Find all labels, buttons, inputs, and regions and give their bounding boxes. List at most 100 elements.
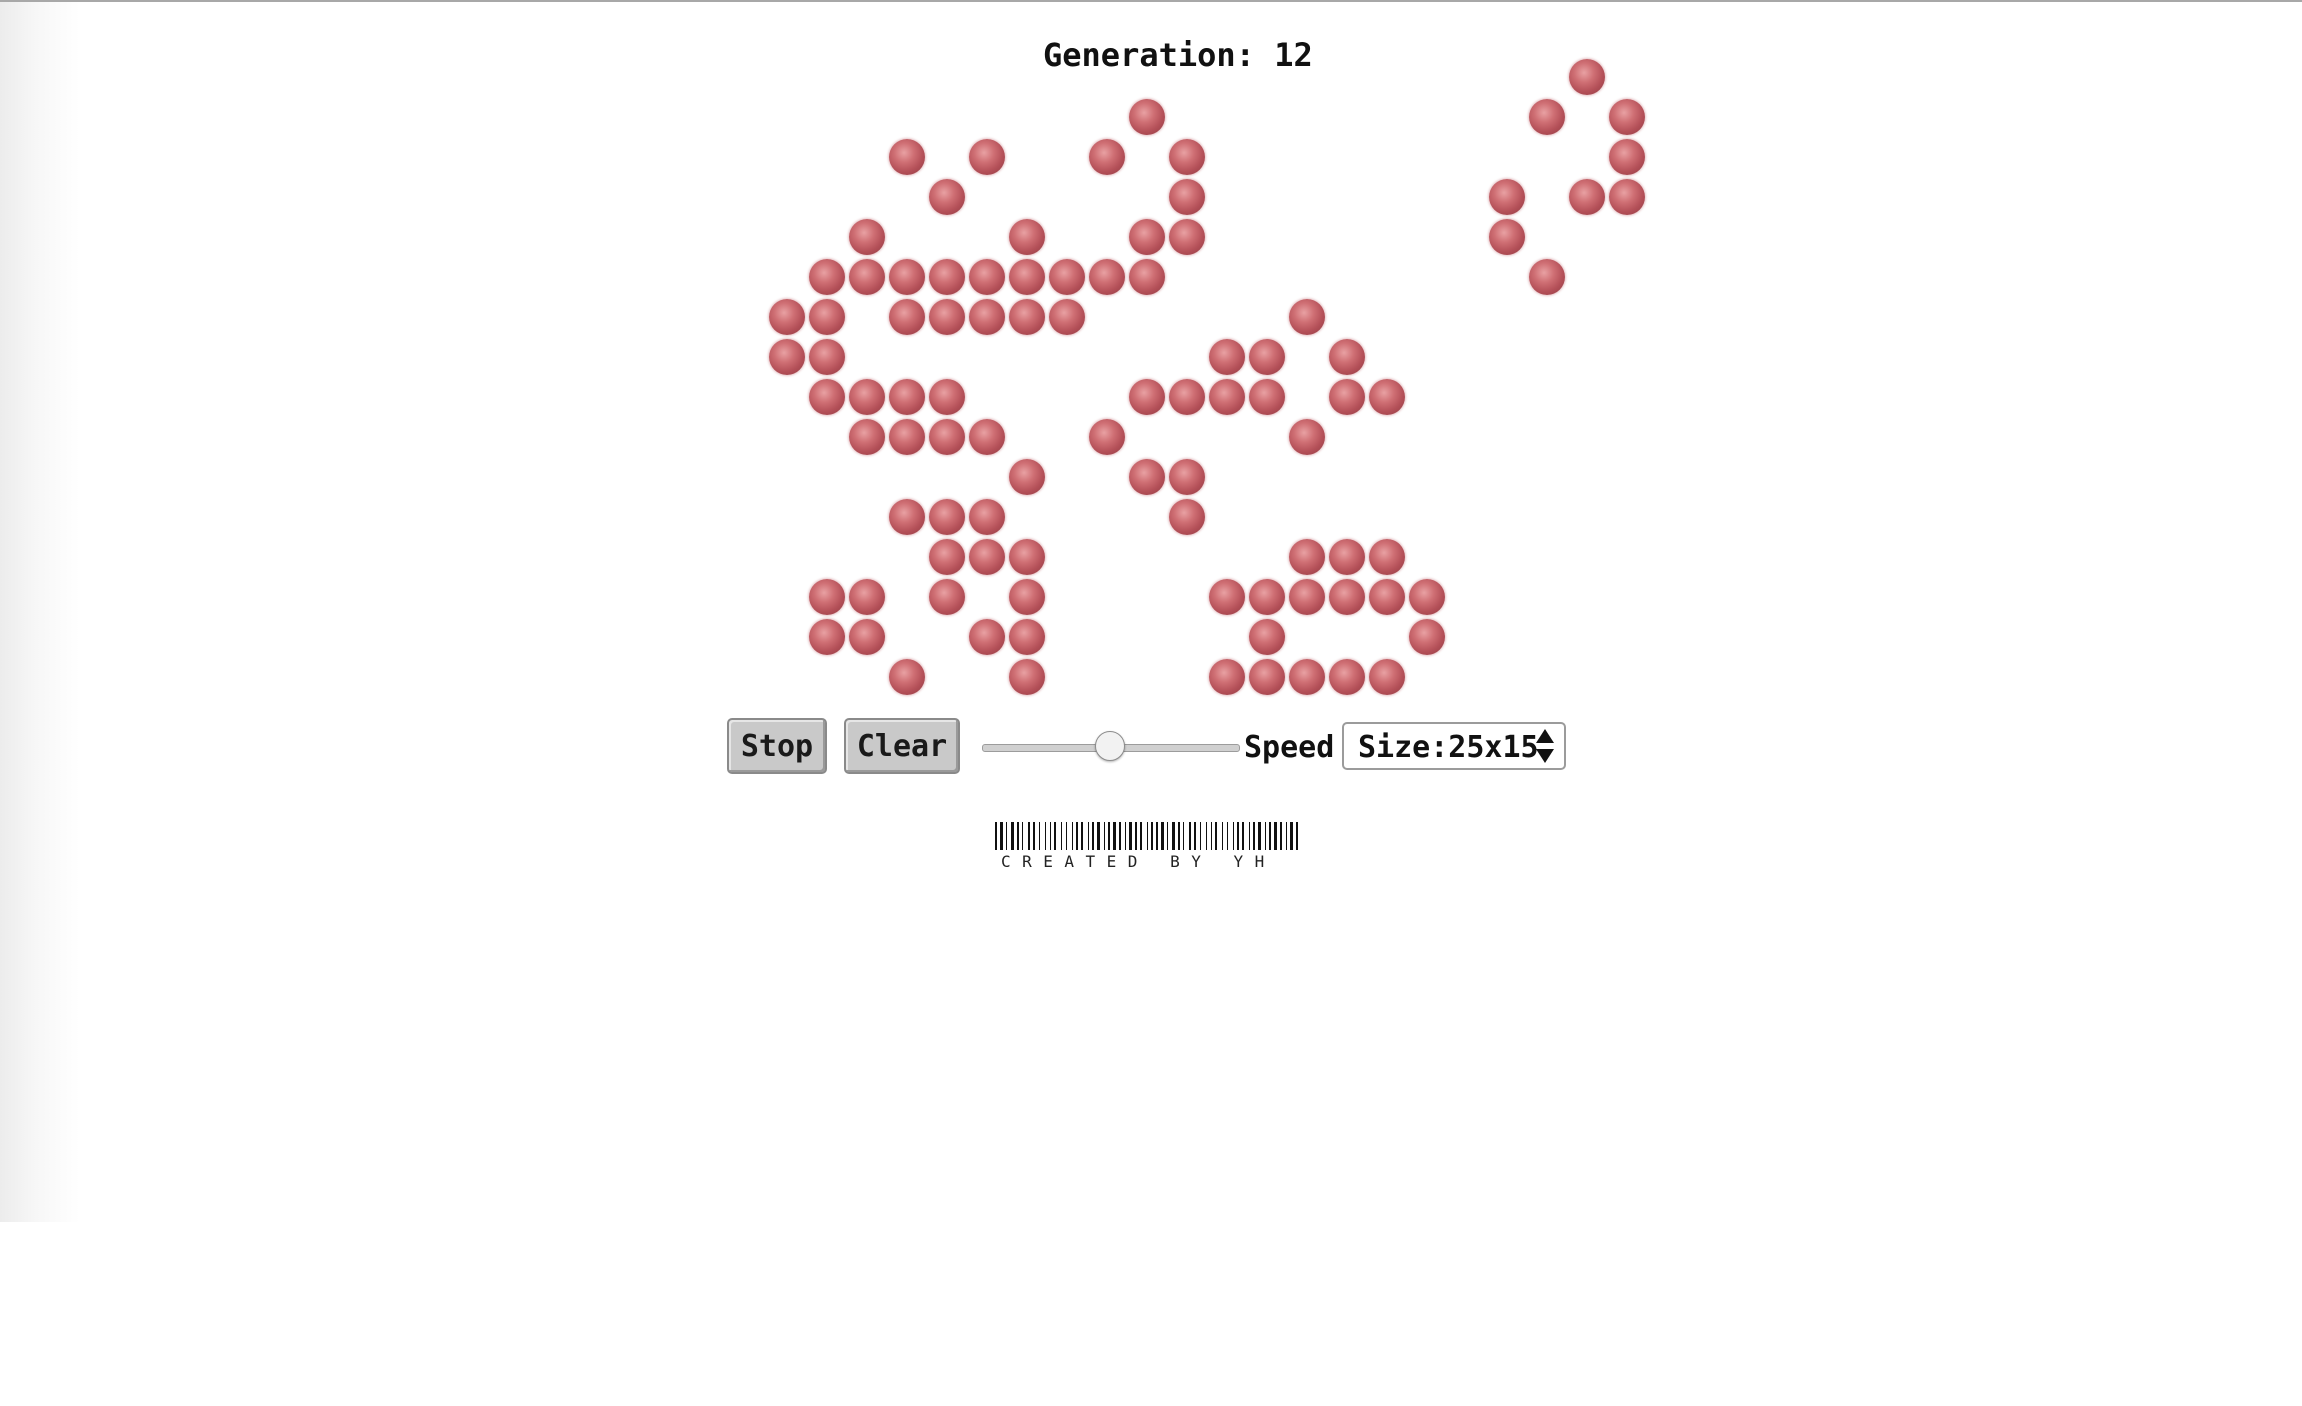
speed-slider-thumb[interactable] xyxy=(1095,731,1125,761)
live-cell[interactable] xyxy=(849,619,885,655)
live-cell[interactable] xyxy=(889,419,925,455)
live-cell[interactable] xyxy=(1369,579,1405,615)
live-cell[interactable] xyxy=(929,579,965,615)
live-cell[interactable] xyxy=(1169,499,1205,535)
stop-button[interactable]: Stop xyxy=(727,718,827,774)
size-stepper[interactable]: Size:25x15 xyxy=(1342,722,1566,770)
live-cell[interactable] xyxy=(1569,59,1605,95)
live-cell[interactable] xyxy=(969,539,1005,575)
live-cell[interactable] xyxy=(889,379,925,415)
live-cell[interactable] xyxy=(1169,379,1205,415)
live-cell[interactable] xyxy=(1049,259,1085,295)
live-cell[interactable] xyxy=(889,499,925,535)
live-cell[interactable] xyxy=(1169,139,1205,175)
live-cell[interactable] xyxy=(1369,379,1405,415)
live-cell[interactable] xyxy=(1329,539,1365,575)
clear-button[interactable]: Clear xyxy=(844,718,960,774)
live-cell[interactable] xyxy=(969,139,1005,175)
live-cell[interactable] xyxy=(1009,619,1045,655)
live-cell[interactable] xyxy=(929,379,965,415)
live-cell[interactable] xyxy=(1569,179,1605,215)
live-cell[interactable] xyxy=(1529,99,1565,135)
live-cell[interactable] xyxy=(1409,619,1445,655)
live-cell[interactable] xyxy=(1169,219,1205,255)
live-cell[interactable] xyxy=(1089,139,1125,175)
live-cell[interactable] xyxy=(809,339,845,375)
live-cell[interactable] xyxy=(769,339,805,375)
live-cell[interactable] xyxy=(809,619,845,655)
live-cell[interactable] xyxy=(1009,659,1045,695)
live-cell[interactable] xyxy=(849,579,885,615)
live-cell[interactable] xyxy=(1289,659,1325,695)
live-cell[interactable] xyxy=(1329,579,1365,615)
live-cell[interactable] xyxy=(1089,259,1125,295)
live-cell[interactable] xyxy=(1009,259,1045,295)
live-cell[interactable] xyxy=(1209,379,1245,415)
live-cell[interactable] xyxy=(1609,139,1645,175)
live-cell[interactable] xyxy=(1289,299,1325,335)
live-cell[interactable] xyxy=(1409,579,1445,615)
live-cell[interactable] xyxy=(1249,379,1285,415)
live-cell[interactable] xyxy=(809,579,845,615)
live-cell[interactable] xyxy=(1209,659,1245,695)
live-cell[interactable] xyxy=(1209,339,1245,375)
live-cell[interactable] xyxy=(1249,659,1285,695)
live-cell[interactable] xyxy=(849,419,885,455)
live-cell[interactable] xyxy=(889,259,925,295)
live-cell[interactable] xyxy=(1129,259,1165,295)
live-cell[interactable] xyxy=(969,259,1005,295)
live-cell[interactable] xyxy=(1009,219,1045,255)
live-cell[interactable] xyxy=(1289,539,1325,575)
live-cell[interactable] xyxy=(969,619,1005,655)
live-cell[interactable] xyxy=(849,219,885,255)
live-cell[interactable] xyxy=(1329,379,1365,415)
live-cell[interactable] xyxy=(929,259,965,295)
live-cell[interactable] xyxy=(1329,659,1365,695)
live-cell[interactable] xyxy=(1529,259,1565,295)
live-cell[interactable] xyxy=(969,419,1005,455)
live-cell[interactable] xyxy=(889,659,925,695)
up-down-arrows-icon[interactable] xyxy=(1534,726,1556,766)
live-cell[interactable] xyxy=(889,299,925,335)
live-cell[interactable] xyxy=(1289,579,1325,615)
live-cell[interactable] xyxy=(1369,539,1405,575)
live-cell[interactable] xyxy=(1049,299,1085,335)
live-cell[interactable] xyxy=(1129,219,1165,255)
live-cell[interactable] xyxy=(849,259,885,295)
live-cell[interactable] xyxy=(1249,339,1285,375)
live-cell[interactable] xyxy=(929,419,965,455)
live-cell[interactable] xyxy=(1009,579,1045,615)
live-cell[interactable] xyxy=(849,379,885,415)
live-cell[interactable] xyxy=(1169,459,1205,495)
live-cell[interactable] xyxy=(1009,459,1045,495)
life-grid[interactable] xyxy=(767,59,1767,697)
live-cell[interactable] xyxy=(929,539,965,575)
live-cell[interactable] xyxy=(889,139,925,175)
live-cell[interactable] xyxy=(969,299,1005,335)
live-cell[interactable] xyxy=(1489,179,1525,215)
live-cell[interactable] xyxy=(1249,619,1285,655)
live-cell[interactable] xyxy=(929,499,965,535)
live-cell[interactable] xyxy=(1129,459,1165,495)
live-cell[interactable] xyxy=(1129,379,1165,415)
live-cell[interactable] xyxy=(1329,339,1365,375)
live-cell[interactable] xyxy=(1289,419,1325,455)
live-cell[interactable] xyxy=(1169,179,1205,215)
live-cell[interactable] xyxy=(1609,99,1645,135)
live-cell[interactable] xyxy=(809,299,845,335)
live-cell[interactable] xyxy=(1489,219,1525,255)
live-cell[interactable] xyxy=(809,259,845,295)
live-cell[interactable] xyxy=(1609,179,1645,215)
live-cell[interactable] xyxy=(809,379,845,415)
live-cell[interactable] xyxy=(1209,579,1245,615)
live-cell[interactable] xyxy=(769,299,805,335)
live-cell[interactable] xyxy=(1129,99,1165,135)
live-cell[interactable] xyxy=(1009,539,1045,575)
live-cell[interactable] xyxy=(1089,419,1125,455)
live-cell[interactable] xyxy=(1249,579,1285,615)
live-cell[interactable] xyxy=(969,499,1005,535)
live-cell[interactable] xyxy=(929,179,965,215)
live-cell[interactable] xyxy=(1369,659,1405,695)
live-cell[interactable] xyxy=(929,299,965,335)
live-cell[interactable] xyxy=(1009,299,1045,335)
